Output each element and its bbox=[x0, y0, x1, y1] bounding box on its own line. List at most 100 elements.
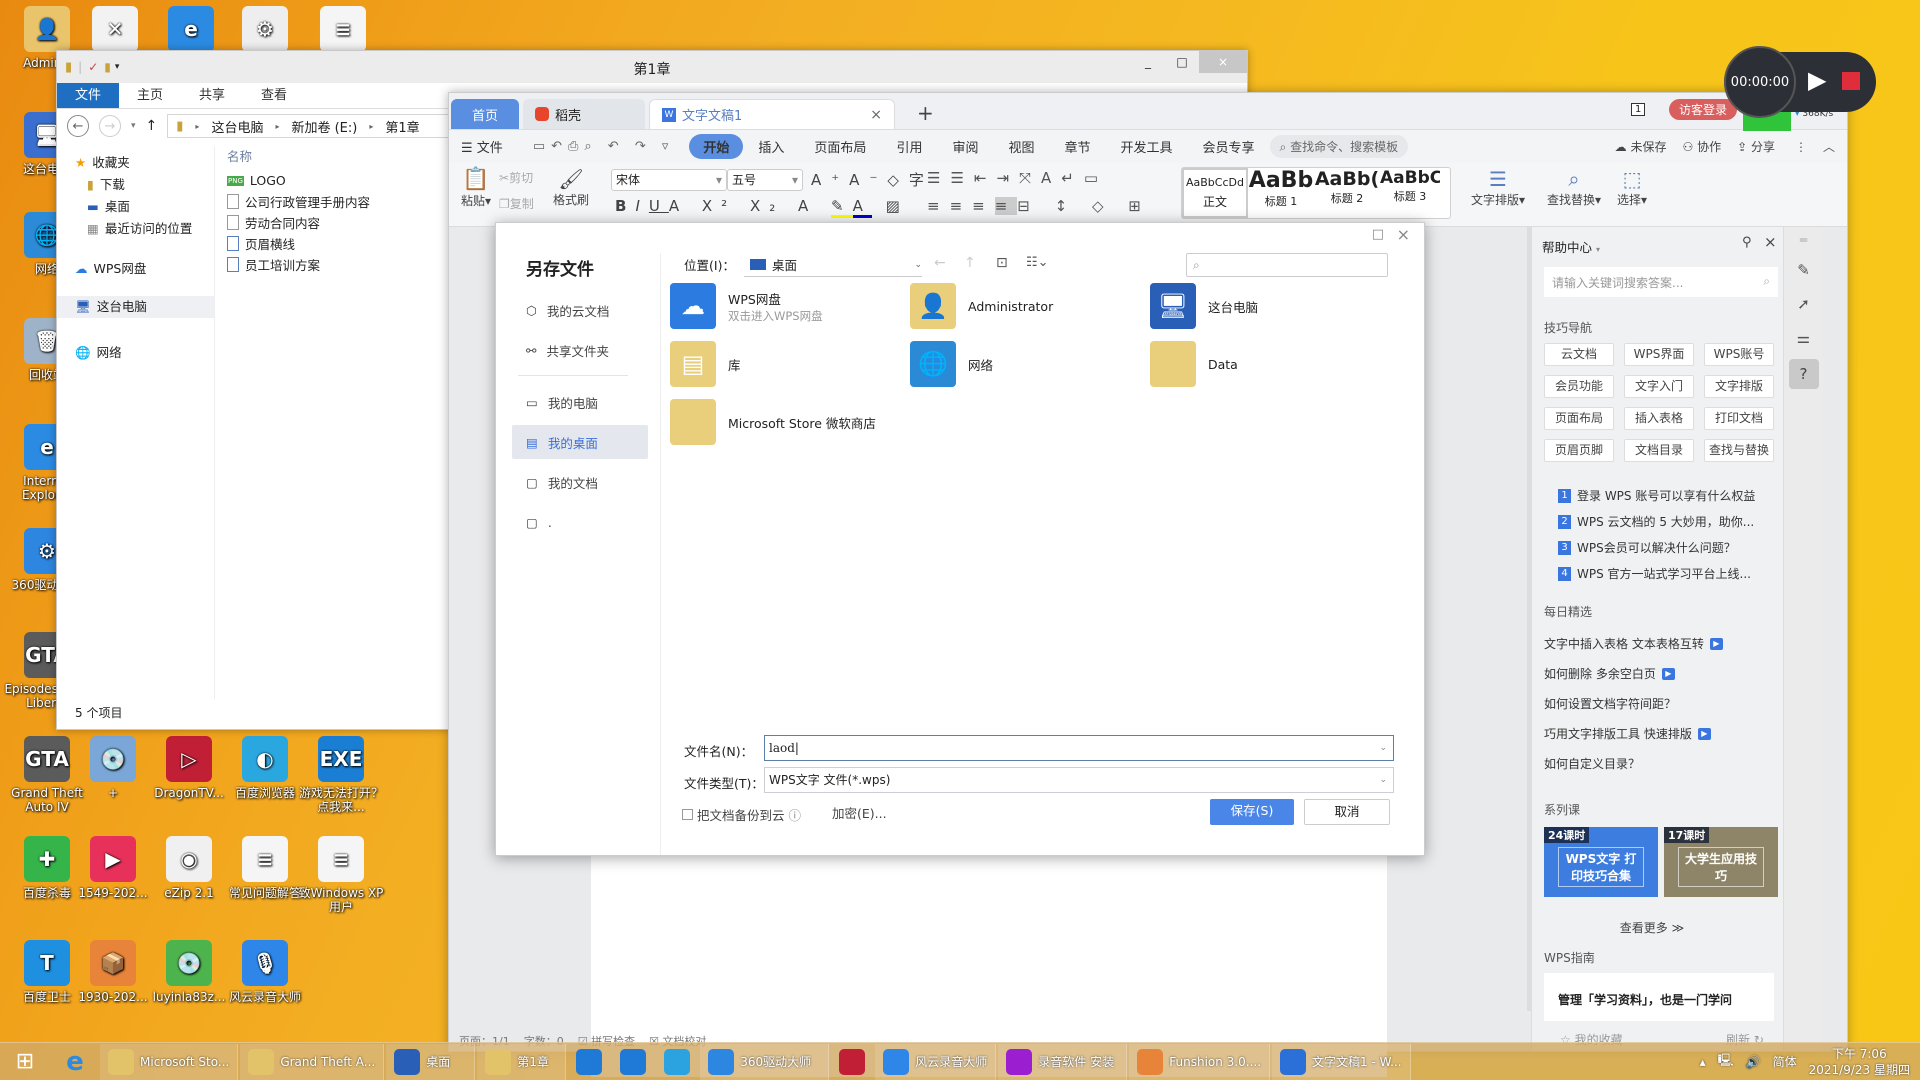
sliders-icon[interactable]: ⚌ bbox=[1784, 329, 1823, 347]
breadcrumb-item[interactable]: 这台电脑 bbox=[211, 117, 263, 136]
pin-icon[interactable]: ⚲ bbox=[1742, 235, 1752, 250]
menu-developer[interactable]: 开发工具 bbox=[1106, 137, 1188, 156]
desktop-icon-item[interactable]: ▶ 1549-202... bbox=[70, 836, 156, 900]
tips-nav-button[interactable]: WPS账号 bbox=[1704, 343, 1774, 366]
featured-article-link[interactable]: 1 登录 WPS 账号可以享有什么权益 bbox=[1558, 487, 1755, 504]
featured-article-link[interactable]: 2 WPS 云文档的 5 大妙用，助你... bbox=[1558, 513, 1754, 530]
stop-button[interactable] bbox=[1842, 72, 1860, 90]
tray-expand-icon[interactable]: ▴ bbox=[1700, 1055, 1706, 1069]
nav-this-pc[interactable]: 🖥 这台电脑 bbox=[57, 296, 214, 318]
close-button[interactable]: × bbox=[1199, 51, 1247, 73]
font-size-select[interactable]: 五号 ▾ bbox=[727, 169, 803, 191]
sidebar-item-shared-folder[interactable]: ⚯ 共享文件夹 bbox=[512, 333, 648, 367]
file-row[interactable]: PNG LOGO bbox=[227, 170, 370, 191]
guest-login-button[interactable]: 访客登录 bbox=[1669, 99, 1738, 120]
dialog-search-input[interactable]: ⌕ bbox=[1186, 253, 1388, 277]
share-button[interactable]: ⇪ 分享 bbox=[1729, 138, 1783, 155]
close-tab-icon[interactable]: × bbox=[870, 107, 882, 123]
file-menu[interactable]: ☰ 文件 bbox=[461, 137, 518, 156]
recent-dropdown-icon[interactable]: ▾ bbox=[131, 121, 136, 131]
filetype-select[interactable]: WPS文字 文件(*.wps) ⌄ bbox=[764, 767, 1394, 793]
select-button[interactable]: ⬚ 选择▾ bbox=[1617, 167, 1647, 208]
file-item[interactable]: 👤 Administrator bbox=[910, 283, 1053, 329]
cancel-button[interactable]: 取消 bbox=[1304, 799, 1390, 825]
sidebar-item-my-desktop[interactable]: ▤ 我的桌面 bbox=[512, 425, 648, 459]
location-select[interactable]: 桌面 ⌄ bbox=[744, 253, 922, 277]
menu-start[interactable]: 开始 bbox=[689, 134, 744, 159]
menu-view[interactable]: 视图 bbox=[993, 137, 1049, 156]
tips-nav-button[interactable]: 页面布局 bbox=[1544, 407, 1614, 430]
taskbar-item[interactable]: Funshion 3.0.... bbox=[1129, 1043, 1271, 1080]
pen-icon[interactable]: ✎ bbox=[1784, 261, 1823, 279]
network-tray-icon[interactable]: 🖳 bbox=[1718, 1051, 1734, 1072]
copy-button[interactable]: ❐复制 bbox=[499, 195, 534, 212]
featured-article-link[interactable]: 4 WPS 官方一站式学习平台上线... bbox=[1558, 565, 1751, 582]
file-item[interactable]: Microsoft Store 微软商店 bbox=[670, 399, 876, 445]
file-row[interactable]: 公司行政管理手册内容 bbox=[227, 191, 370, 212]
save-button[interactable]: 保存(S) bbox=[1210, 799, 1294, 825]
nav-network[interactable]: 🌐 网络 bbox=[57, 342, 214, 364]
file-row[interactable]: 员工培训方案 bbox=[227, 254, 370, 275]
taskbar-item[interactable] bbox=[612, 1044, 654, 1080]
daily-article-link[interactable]: 如何自定义目录？ bbox=[1544, 755, 1640, 772]
file-item[interactable]: Data bbox=[1150, 341, 1238, 387]
tab-file[interactable]: 文件 bbox=[57, 83, 120, 108]
text-layout-button[interactable]: ☰ 文字排版▾ bbox=[1471, 167, 1525, 208]
nav-desktop[interactable]: ▬ 桌面 bbox=[57, 196, 214, 218]
taskbar-item[interactable] bbox=[831, 1044, 873, 1080]
tips-nav-button[interactable]: 文字排版 bbox=[1704, 375, 1774, 398]
quick-access-toolbar[interactable]: ▭↶⎙⌕ ↶ ↷ ▿ bbox=[518, 139, 690, 154]
taskbar-ie-icon[interactable]: e bbox=[50, 1047, 100, 1077]
desktop-icon-item[interactable]: ◉ eZip 2.1 bbox=[146, 836, 232, 900]
back-button[interactable]: ← bbox=[67, 115, 89, 137]
tips-nav-button[interactable]: 页眉页脚 bbox=[1544, 439, 1614, 462]
tab-docer[interactable]: 稻壳 bbox=[523, 99, 645, 129]
desktop-icon-item[interactable]: ≡ 致Windows XP用户 bbox=[298, 836, 384, 914]
tips-nav-button[interactable]: 文字入门 bbox=[1624, 375, 1694, 398]
font-format-tools[interactable]: BIUA X² X₂ A ✎A ▨ bbox=[615, 197, 909, 218]
file-row[interactable]: 页眉横线 bbox=[227, 233, 370, 254]
desktop-icon-item[interactable]: ≡ bbox=[300, 6, 386, 56]
desktop-icon-item[interactable]: ≡ 常见问题解答 bbox=[222, 836, 308, 900]
minimize-button[interactable]: _ bbox=[1131, 51, 1165, 73]
desktop-icon-item[interactable]: ✕ bbox=[72, 6, 158, 56]
taskbar-item[interactable] bbox=[568, 1044, 610, 1080]
tips-nav-button[interactable]: 会员功能 bbox=[1544, 375, 1614, 398]
tab-share[interactable]: 共享 bbox=[181, 83, 243, 108]
pointer-icon[interactable]: ➚ bbox=[1784, 295, 1823, 313]
taskbar-item[interactable]: 风云录音大师 bbox=[875, 1043, 997, 1080]
find-replace-button[interactable]: ⌕ 查找替换▾ bbox=[1547, 167, 1601, 208]
menu-review[interactable]: 审阅 bbox=[937, 137, 993, 156]
file-item[interactable]: ▤ 库 bbox=[670, 341, 741, 387]
command-search[interactable]: ⌕ 查找命令、搜索模板 bbox=[1269, 135, 1409, 158]
sidebar-item-cloud-docs[interactable]: ⬡ 我的云文档 bbox=[512, 293, 648, 327]
nav-favorites[interactable]: ★ 收藏夹 bbox=[57, 152, 214, 174]
file-item[interactable]: ☁ WPS网盘 双击进入WPS网盘 bbox=[670, 283, 823, 329]
taskbar-item[interactable]: 第1章 bbox=[477, 1043, 567, 1080]
page-indicator[interactable]: 1 bbox=[1631, 103, 1646, 116]
font-name-select[interactable]: 宋体 ▾ bbox=[611, 169, 727, 191]
format-painter-button[interactable]: 🖌 格式刷 bbox=[553, 167, 589, 208]
tab-home[interactable]: 首页 bbox=[451, 99, 519, 129]
taskbar-item[interactable]: Microsoft Sto... bbox=[100, 1043, 239, 1080]
desktop-icon-item[interactable]: ◐ 百度浏览器 bbox=[222, 736, 308, 800]
desktop-icon-item[interactable]: 💿 luyinla83z... bbox=[146, 940, 232, 1004]
tips-nav-button[interactable]: 打印文档 bbox=[1704, 407, 1774, 430]
nav-downloads[interactable]: ▮ 下载 bbox=[57, 174, 214, 196]
file-item[interactable]: 🖥 这台电脑 bbox=[1150, 283, 1258, 329]
tab-view[interactable]: 查看 bbox=[243, 83, 305, 108]
tips-nav-button[interactable]: 查找与替换 bbox=[1704, 439, 1774, 462]
tips-nav-button[interactable]: 文档目录 bbox=[1624, 439, 1694, 462]
collaborate-button[interactable]: ⚇ 协作 bbox=[1674, 138, 1729, 155]
desktop-icon-item[interactable]: 📦 1930-202... bbox=[70, 940, 156, 1004]
sidebar-item-my-computer[interactable]: ▭ 我的电脑 bbox=[512, 385, 648, 419]
help-title[interactable]: 帮助中心 ▾ bbox=[1542, 237, 1600, 256]
course-card[interactable]: 24课时 WPS文字 打印技巧合集 bbox=[1544, 827, 1658, 897]
style-heading-2[interactable]: AaBb(标题 2 bbox=[1314, 168, 1380, 218]
menu-page-layout[interactable]: 页面布局 bbox=[799, 137, 881, 156]
up-button[interactable]: ↑ bbox=[146, 118, 158, 134]
volume-icon[interactable]: 🔊 bbox=[1746, 1055, 1761, 1069]
desktop-icon-item[interactable]: ▷ DragonTV... bbox=[146, 736, 232, 800]
new-tab-button[interactable]: + bbox=[917, 101, 934, 125]
cut-button[interactable]: ✂剪切 bbox=[499, 169, 533, 186]
